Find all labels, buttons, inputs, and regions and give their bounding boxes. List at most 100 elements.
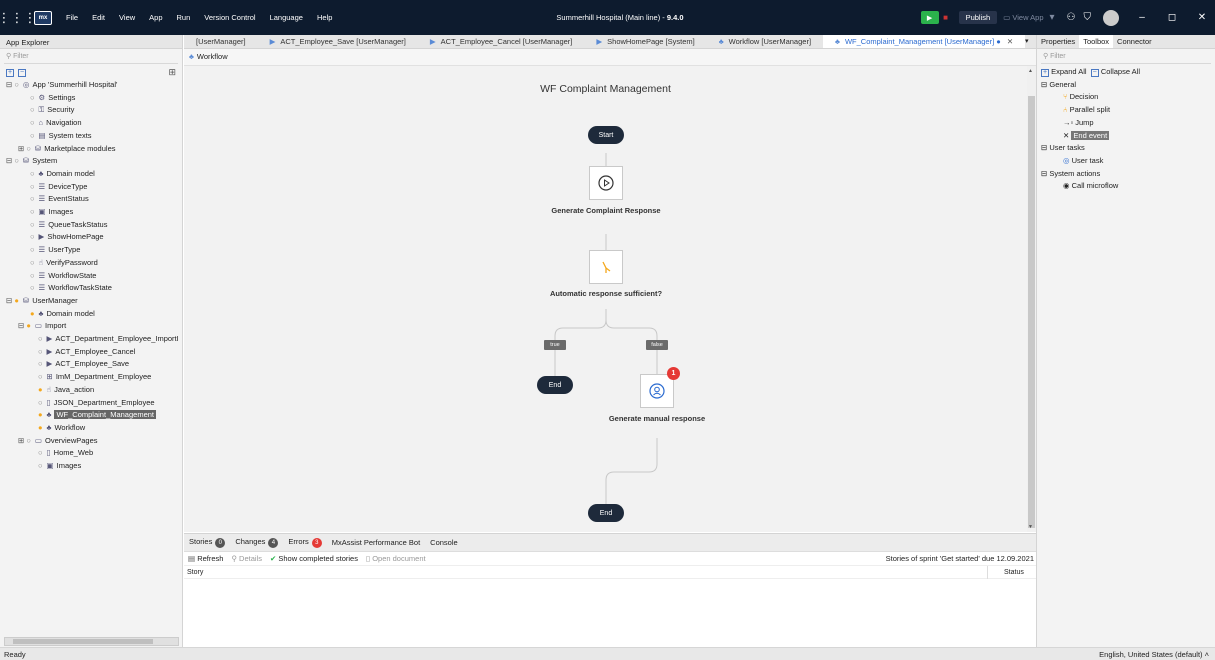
show-completed-toggle[interactable]: ✔ Show completed stories	[270, 554, 358, 563]
editor-tab[interactable]: ▶ ACT_Employee_Cancel [UserManager]	[418, 35, 585, 48]
tree-item[interactable]: ○ ♣ Domain model	[0, 168, 182, 181]
tree-item[interactable]: ⊞ ○ ⛁ Marketplace modules	[0, 143, 182, 156]
stop-icon[interactable]: ■	[939, 11, 953, 24]
category-general[interactable]: ⊟ General	[1041, 79, 1215, 92]
app-explorer-filter[interactable]: ⚲ Filter	[4, 51, 178, 64]
category-user-tasks[interactable]: ⊟ User tasks	[1041, 142, 1215, 155]
tree-item[interactable]: ● ☝ Java_action	[0, 384, 182, 397]
toolbox-user-task[interactable]: ◎ User task	[1041, 155, 1215, 168]
expand-all-icon[interactable]: +	[6, 68, 14, 77]
marketplace-icon[interactable]: ⛉	[1084, 12, 1092, 23]
workflow-canvas[interactable]: WF Complaint Management Start Generate C…	[184, 66, 1027, 532]
tree-item[interactable]: ○ ▤ System texts	[0, 130, 182, 143]
tree-item[interactable]: ○ ▶ ShowHomePage	[0, 231, 182, 244]
end-event-true[interactable]: End	[537, 376, 573, 394]
menu-language[interactable]: Language	[270, 13, 303, 22]
tree-item[interactable]: ○ ☰ WorkflowState	[0, 270, 182, 283]
editor-tab[interactable]: [UserManager]	[184, 35, 258, 48]
canvas-vertical-scrollbar[interactable]: ▲ ▼	[1027, 66, 1036, 532]
toolbox-end-event[interactable]: ✕ End event	[1041, 130, 1215, 143]
bottom-tab-errors[interactable]: Errors 3	[288, 537, 322, 548]
tree-item[interactable]: ○ ☰ WorkflowTaskState	[0, 282, 182, 295]
menu-help[interactable]: Help	[317, 13, 332, 22]
end-event-bottom[interactable]: End	[588, 504, 624, 522]
toolbox-call-microflow[interactable]: ◉ Call microflow	[1041, 180, 1215, 193]
avatar[interactable]	[1103, 9, 1119, 26]
menu-edit[interactable]: Edit	[92, 13, 105, 22]
tree-item[interactable]: ○ ▶ ACT_Employee_Cancel	[0, 346, 182, 359]
language-selector[interactable]: English, United States (default) ˄	[1099, 650, 1209, 659]
tab-overflow-icon[interactable]: ▾	[1025, 37, 1029, 45]
view-app-button[interactable]: ▭ View App	[1003, 13, 1043, 22]
tree-item[interactable]: ○ ▯ Home_Web	[0, 447, 182, 460]
menu-app[interactable]: App	[149, 13, 162, 22]
expand-all-button[interactable]: + Expand All	[1041, 67, 1087, 77]
tree-item[interactable]: ○ ▣ Images	[0, 206, 182, 219]
tree-item[interactable]: ● ♣ WF_Complaint_Management	[0, 409, 182, 422]
right-tab-connector[interactable]: Connector	[1113, 35, 1156, 48]
editor-tab[interactable]: ▶ ACT_Employee_Save [UserManager]	[258, 35, 418, 48]
tree-item[interactable]: ⊟ ○ ⛁ System	[0, 155, 182, 168]
app-grid-icon[interactable]: ⋮⋮⋮	[0, 7, 37, 29]
view-app-dropdown-icon[interactable]: ▾	[1050, 12, 1055, 23]
tree-item[interactable]: ⊟ ● ▭ Import	[0, 320, 182, 333]
maximize-icon[interactable]: ◻	[1165, 12, 1179, 23]
tree-item[interactable]: ○ ▶ ACT_Department_Employee_ImportI	[0, 333, 182, 346]
details-button[interactable]: ⚲ Details	[231, 554, 262, 563]
tree-item[interactable]: ○ ⚿ Security	[0, 104, 182, 117]
toolbox-filter[interactable]: ⚲ Filter	[1041, 51, 1211, 64]
editor-tab[interactable]: ♣ WF_Complaint_Management [UserManager] ●…	[823, 35, 1026, 48]
column-status[interactable]: Status	[987, 565, 1035, 579]
tree-item[interactable]: ⊟ ● ⛁ UserManager	[0, 295, 182, 308]
tree-item[interactable]: ○ ⊞ ImM_Department_Employee	[0, 371, 182, 384]
editor-tab[interactable]: ▶ ShowHomePage [System]	[584, 35, 706, 48]
bottom-tab-changes[interactable]: Changes 4	[235, 537, 279, 548]
tree-item[interactable]: ○ ▯ JSON_Department_Employee	[0, 397, 182, 410]
tree-item[interactable]: ○ ⚙ Settings	[0, 92, 182, 105]
tree-item[interactable]: ○ ☝ VerifyPassword	[0, 257, 182, 270]
tree-item[interactable]: ○ ☰ DeviceType	[0, 181, 182, 194]
tree-item[interactable]: ○ ☰ QueueTaskStatus	[0, 219, 182, 232]
menu-run[interactable]: Run	[177, 13, 191, 22]
tree-item[interactable]: ⊟ ○ ◎ App 'Summerhill Hospital'	[0, 79, 182, 92]
category-system-actions[interactable]: ⊟ System actions	[1041, 168, 1215, 181]
toolbox-jump[interactable]: →▫ Jump	[1041, 117, 1215, 130]
tree-item[interactable]: ⊞ ○ ▭ OverviewPages	[0, 435, 182, 448]
collapse-all-button[interactable]: − Collapse All	[1090, 67, 1140, 77]
editor-tab[interactable]: ♣ Workflow [UserManager]	[707, 35, 823, 48]
tree-item[interactable]: ● ♣ Workflow	[0, 422, 182, 435]
error-badge[interactable]: 1	[667, 367, 680, 380]
toolbox-decision[interactable]: ⑂ Decision	[1041, 91, 1215, 104]
collapse-all-icon[interactable]: −	[18, 68, 26, 77]
refresh-button[interactable]: ▤ Refresh	[188, 554, 223, 563]
false-outcome-label[interactable]: false	[646, 340, 668, 350]
minimize-icon[interactable]: –	[1135, 12, 1149, 23]
menu-file[interactable]: File	[66, 13, 78, 22]
right-tab-properties[interactable]: Properties	[1037, 35, 1079, 48]
bottom-tab-mxassist-performance-bot[interactable]: MxAssist Performance Bot	[332, 538, 420, 547]
decision-automatic-response[interactable]	[589, 250, 623, 284]
true-outcome-label[interactable]: true	[544, 340, 566, 350]
menu-view[interactable]: View	[119, 13, 135, 22]
tab-close-icon[interactable]: ✕	[1007, 37, 1013, 46]
publish-button[interactable]: Publish	[958, 11, 998, 24]
tree-item[interactable]: ○ ⌂ Navigation	[0, 117, 182, 130]
user-task-generate-manual-response[interactable]	[640, 374, 674, 408]
tree-item[interactable]: ○ ▶ ACT_Employee_Save	[0, 358, 182, 371]
tree-item[interactable]: ○ ▣ Images	[0, 460, 182, 473]
bottom-tab-console[interactable]: Console	[430, 538, 458, 547]
horizontal-scrollbar[interactable]	[4, 637, 179, 646]
start-event[interactable]: Start	[588, 126, 624, 144]
open-document-button[interactable]: ▯ Open document	[366, 554, 426, 563]
menu-version-control[interactable]: Version Control	[204, 13, 255, 22]
right-tab-toolbox[interactable]: Toolbox	[1079, 35, 1114, 48]
toolbox-parallel-split[interactable]: ⑃ Parallel split	[1041, 104, 1215, 117]
column-story[interactable]: Story	[187, 569, 203, 576]
view-options-icon[interactable]: ⊞	[168, 67, 176, 78]
run-icon[interactable]: ▶	[920, 11, 939, 24]
tree-item[interactable]: ○ ☰ UserType	[0, 244, 182, 257]
user-task-generate-complaint-response[interactable]	[589, 166, 623, 200]
tree-item[interactable]: ○ ☰ EventStatus	[0, 193, 182, 206]
team-icon[interactable]: ⚇	[1067, 12, 1076, 23]
close-icon[interactable]: ✕	[1195, 12, 1209, 23]
